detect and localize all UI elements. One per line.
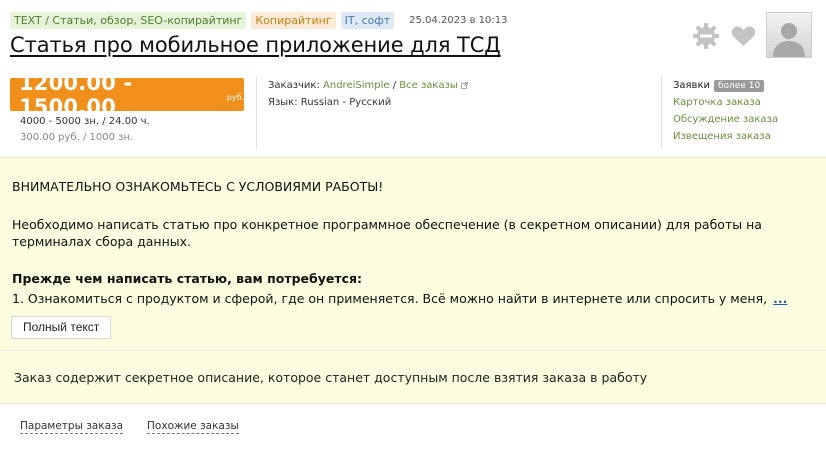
- gear-icon[interactable]: [692, 22, 720, 50]
- requests-count-badge: более 10: [714, 79, 765, 92]
- order-notifications-link[interactable]: Извещения заказа: [673, 128, 778, 145]
- customer-name-link[interactable]: AndreiSimple: [323, 80, 390, 91]
- secret-description-note: Заказ содержит секретное описание, котор…: [0, 352, 826, 404]
- price-volume: 4000 - 5000 зн. / 24.00 ч.: [20, 116, 150, 127]
- customer-label: Заказчик:: [268, 80, 320, 91]
- order-date: 25.04.2023 в 10:13: [409, 15, 508, 26]
- read-more-link[interactable]: ...: [773, 291, 787, 306]
- price-badge: 1200.00 - 1500.00 руб.: [10, 71, 244, 119]
- price-range: 1200.00 - 1500.00: [19, 70, 133, 119]
- divider: [256, 76, 257, 149]
- description-heading: ВНИМАТЕЛЬНО ОЗНАКОМЬТЕСЬ С УСЛОВИЯМИ РАБ…: [12, 179, 384, 194]
- user-silhouette-icon: [773, 23, 805, 57]
- all-orders-link[interactable]: Все заказы: [399, 80, 458, 91]
- order-card-link[interactable]: Карточка заказа: [673, 94, 778, 111]
- order-description: ВНИМАТЕЛЬНО ОЗНАКОМЬТЕСЬ С УСЛОВИЯМИ РАБ…: [0, 157, 826, 351]
- description-text: Необходимо написать статью про конкретно…: [12, 217, 762, 249]
- order-parameters-link[interactable]: Параметры заказа: [20, 420, 124, 434]
- tag-list: TEXT / Статьи, обзор, SEO-копирайтинг Ко…: [10, 12, 508, 29]
- description-item-text: 1. Ознакомиться с продуктом и сферой, гд…: [12, 291, 768, 306]
- external-link-icon: [460, 82, 468, 89]
- tag-it-software[interactable]: IT, софт: [340, 12, 395, 29]
- order-side-links: Заявки более 10 Карточка заказа Обсужден…: [673, 77, 778, 145]
- full-text-button[interactable]: Полный текст: [11, 316, 112, 339]
- requests-label: Заявки: [673, 80, 710, 91]
- divider: [661, 76, 662, 149]
- price-rate: 300.00 руб. / 1000 зн.: [20, 132, 134, 143]
- user-avatar[interactable]: [766, 12, 812, 58]
- bottom-links: Параметры заказа Похожие заказы: [20, 420, 239, 434]
- customer-info: Заказчик: AndreiSimple / Все заказы Язык…: [268, 77, 468, 111]
- tag-category[interactable]: TEXT / Статьи, обзор, SEO-копирайтинг: [10, 12, 247, 29]
- order-discussion-link[interactable]: Обсуждение заказа: [673, 111, 778, 128]
- language-value: Russian - Русский: [300, 97, 392, 108]
- language-label: Язык:: [268, 97, 298, 108]
- description-requirements-heading: Прежде чем написать статью, вам потребуе…: [12, 271, 363, 286]
- description-item: 1. Ознакомиться с продуктом и сферой, гд…: [12, 290, 787, 307]
- order-title[interactable]: Статья про мобильное приложение для ТСД: [10, 33, 501, 57]
- customer-separator: /: [392, 80, 397, 91]
- tag-copywriting[interactable]: Копирайтинг: [251, 12, 336, 29]
- similar-orders-link[interactable]: Похожие заказы: [147, 420, 239, 434]
- price-currency: руб.: [226, 93, 244, 102]
- heart-icon[interactable]: [731, 25, 756, 47]
